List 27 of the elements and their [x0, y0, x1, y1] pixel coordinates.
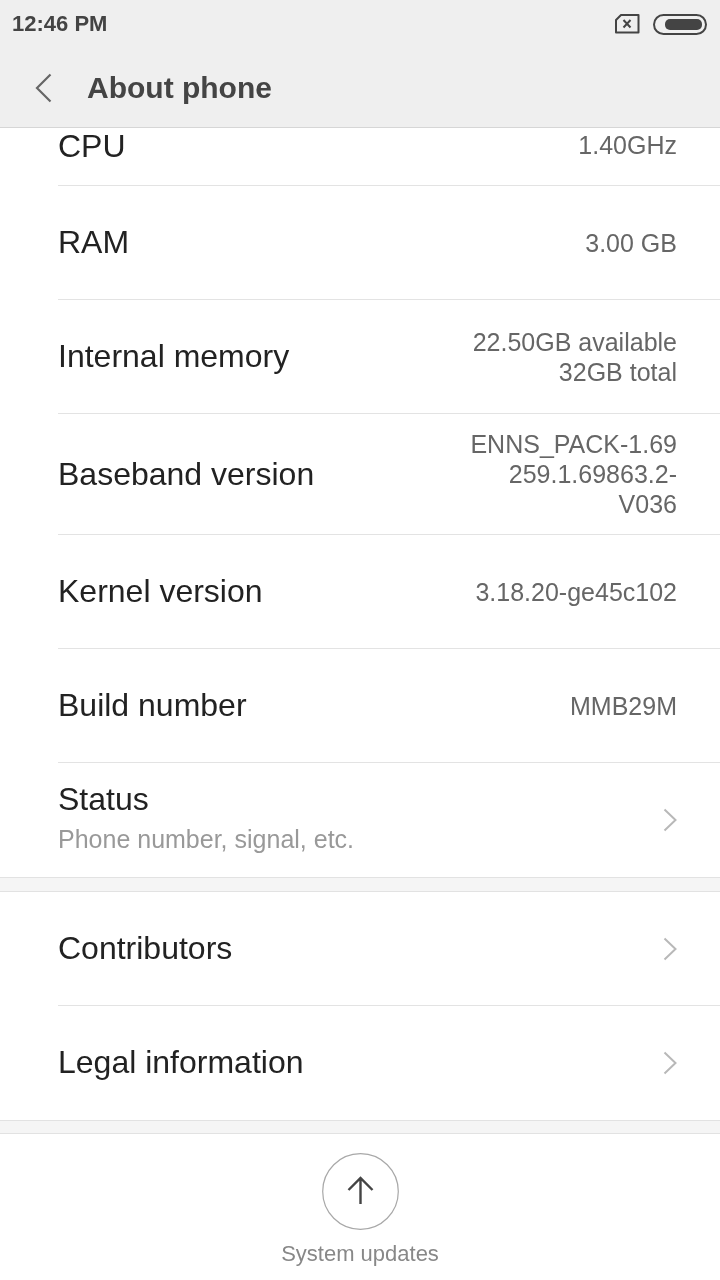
sim-card-x-icon: [615, 14, 640, 34]
info-label: Baseband version: [58, 455, 315, 493]
settings-list-item[interactable]: Status Phone number, signal, etc.: [58, 763, 720, 877]
arrow-up-icon: [321, 1153, 399, 1230]
info-label: CPU: [58, 128, 126, 164]
info-value: 3.00 GB: [585, 227, 677, 258]
info-value: 1.40GHz: [578, 130, 677, 160]
info-value: ENNS_PACK-1.69 259.1.69863.2- V036: [470, 429, 677, 519]
page-title: About phone: [87, 70, 272, 105]
info-label: RAM: [58, 224, 130, 261]
chevron-right-icon: [663, 1050, 677, 1075]
back-icon[interactable]: [35, 72, 52, 103]
info-label: Kernel version: [58, 573, 263, 610]
battery-icon: [653, 13, 707, 35]
item-subtitle: Phone number, signal, etc.: [58, 823, 355, 855]
chevron-right-icon: [663, 807, 677, 832]
settings-list-item[interactable]: Contributors: [58, 892, 720, 1006]
info-value: 22.50GB available 32GB total: [472, 326, 677, 387]
info-label: Internal memory: [58, 338, 290, 375]
info-label: Build number: [58, 687, 247, 724]
settings-list-item[interactable]: Legal information: [58, 1006, 720, 1120]
info-value: MMB29M: [570, 690, 677, 721]
status-time: 12:46 PM: [12, 11, 108, 37]
info-value: 3.18.20-ge45c102: [475, 576, 677, 607]
item-title: Status: [58, 779, 150, 818]
system-updates-button[interactable]: System updates: [281, 1153, 439, 1267]
chevron-right-icon: [663, 936, 677, 961]
